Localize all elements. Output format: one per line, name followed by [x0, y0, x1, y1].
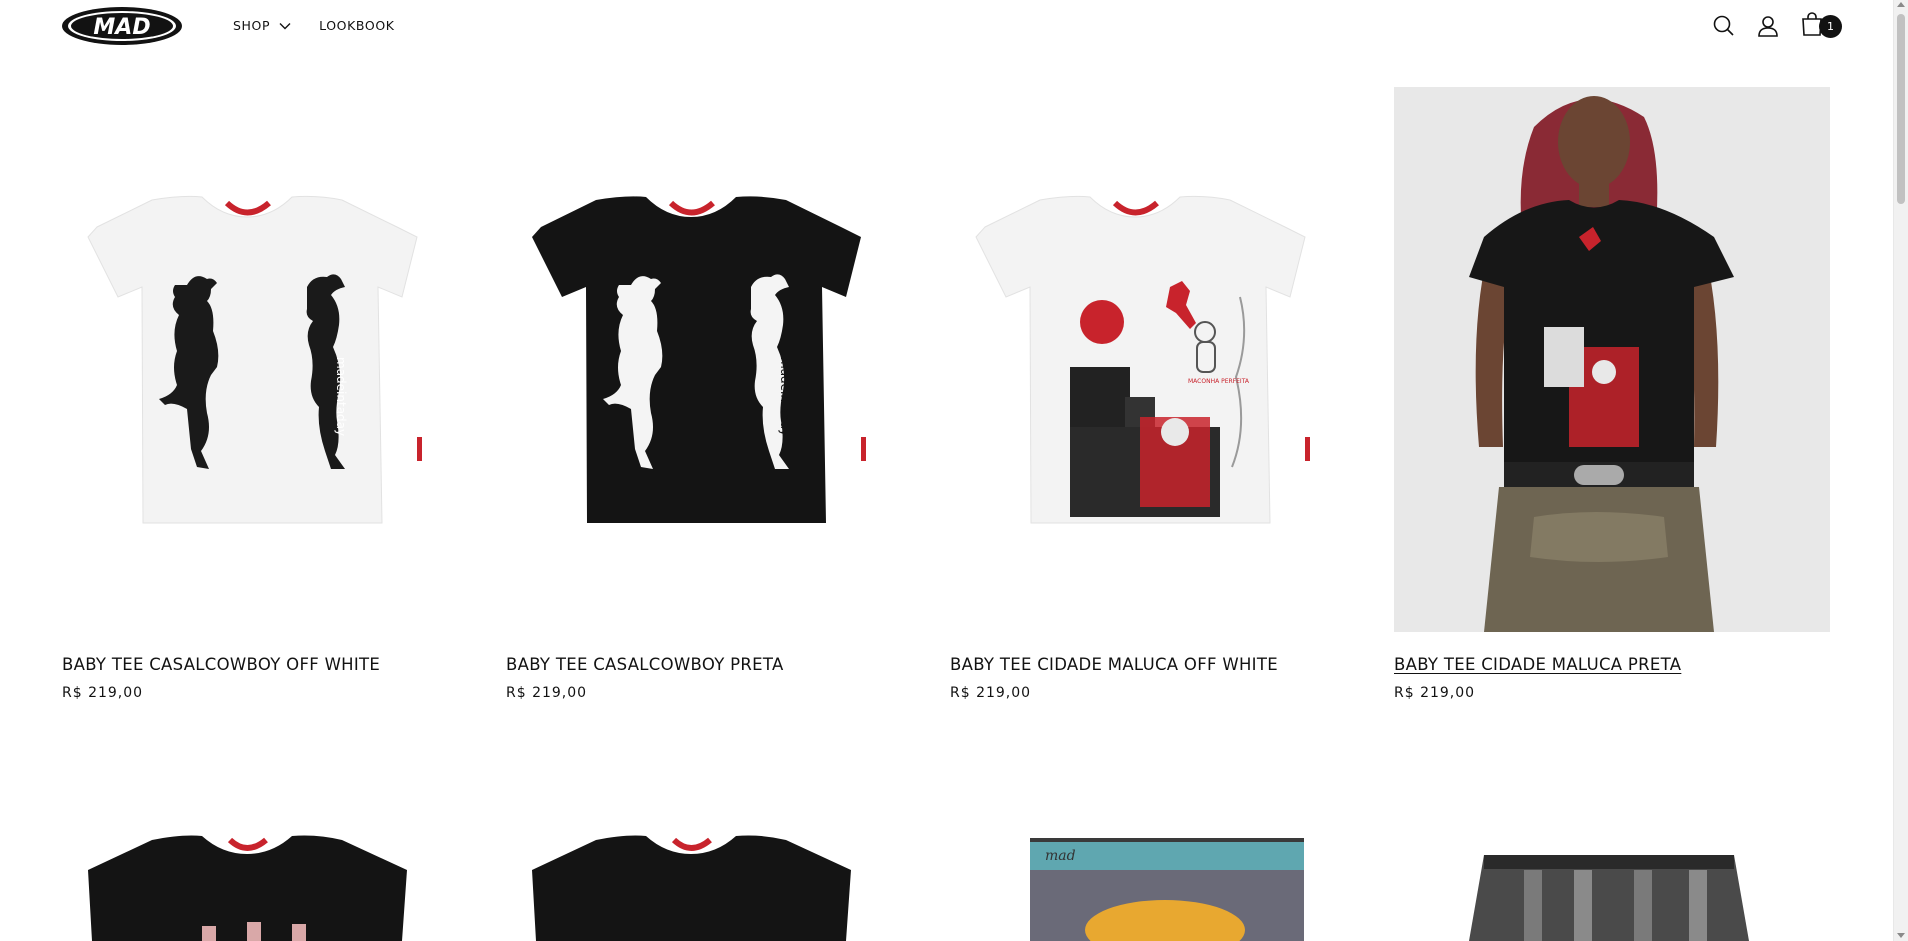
- account-icon: [1758, 16, 1778, 37]
- svg-text:madeintaday: madeintaday: [334, 357, 348, 436]
- product-image-white-city-tee[interactable]: MACONHA PERFEITA: [950, 87, 1386, 632]
- product-image-black-tee-row2-b[interactable]: [506, 830, 942, 941]
- svg-text:MAD: MAD: [93, 15, 150, 40]
- chevron-down-icon: [279, 22, 291, 29]
- product-title[interactable]: BABY TEE CIDADE MALUCA OFF WHITE: [950, 655, 1278, 674]
- product-title[interactable]: BABY TEE CIDADE MALUCA PRETA: [1394, 655, 1681, 674]
- product-title[interactable]: BABY TEE CASALCOWBOY PRETA: [506, 655, 784, 674]
- cart-count-badge: 1: [1819, 15, 1842, 38]
- nav-shop-dropdown[interactable]: SHOP: [233, 18, 291, 33]
- nav-shop-label: SHOP: [233, 18, 271, 33]
- product-title[interactable]: BABY TEE CASALCOWBOY OFF WHITE: [62, 655, 380, 674]
- product-image-box-row2[interactable]: mad: [950, 830, 1386, 941]
- nav-lookbook-link[interactable]: LOOKBOOK: [319, 18, 394, 33]
- product-image-white-cowboy-tee[interactable]: madeintaday: [62, 87, 498, 632]
- scroll-down-arrow-icon[interactable]: [1897, 933, 1905, 938]
- product-price: R$ 219,00: [1394, 685, 1476, 701]
- site-header: MAD SHOP LOOKBOOK 1: [0, 0, 1908, 52]
- brand-logo[interactable]: MAD: [61, 6, 183, 46]
- product-price: R$ 219,00: [506, 685, 588, 701]
- product-image-shorts-row2[interactable]: [1394, 830, 1830, 941]
- mad-logo-icon: MAD: [62, 7, 182, 45]
- svg-text:mad: mad: [1045, 848, 1076, 864]
- main-nav: SHOP LOOKBOOK: [233, 18, 395, 33]
- scroll-up-arrow-icon[interactable]: [1897, 2, 1905, 7]
- product-image-black-tee-row2-a[interactable]: [62, 830, 498, 941]
- product-image-black-cowboy-tee[interactable]: madeintaday: [506, 87, 942, 632]
- product-price: R$ 219,00: [62, 685, 144, 701]
- svg-text:MACONHA PERFEITA: MACONHA PERFEITA: [1188, 378, 1250, 385]
- product-image-model-city-tee[interactable]: [1394, 87, 1830, 632]
- svg-text:madeintaday: madeintaday: [778, 357, 792, 436]
- search-button[interactable]: [1711, 13, 1737, 39]
- product-price: R$ 219,00: [950, 685, 1032, 701]
- account-button[interactable]: [1755, 13, 1781, 39]
- page-scrollbar[interactable]: [1893, 0, 1908, 941]
- scroll-thumb[interactable]: [1897, 14, 1905, 204]
- search-icon: [1713, 15, 1734, 36]
